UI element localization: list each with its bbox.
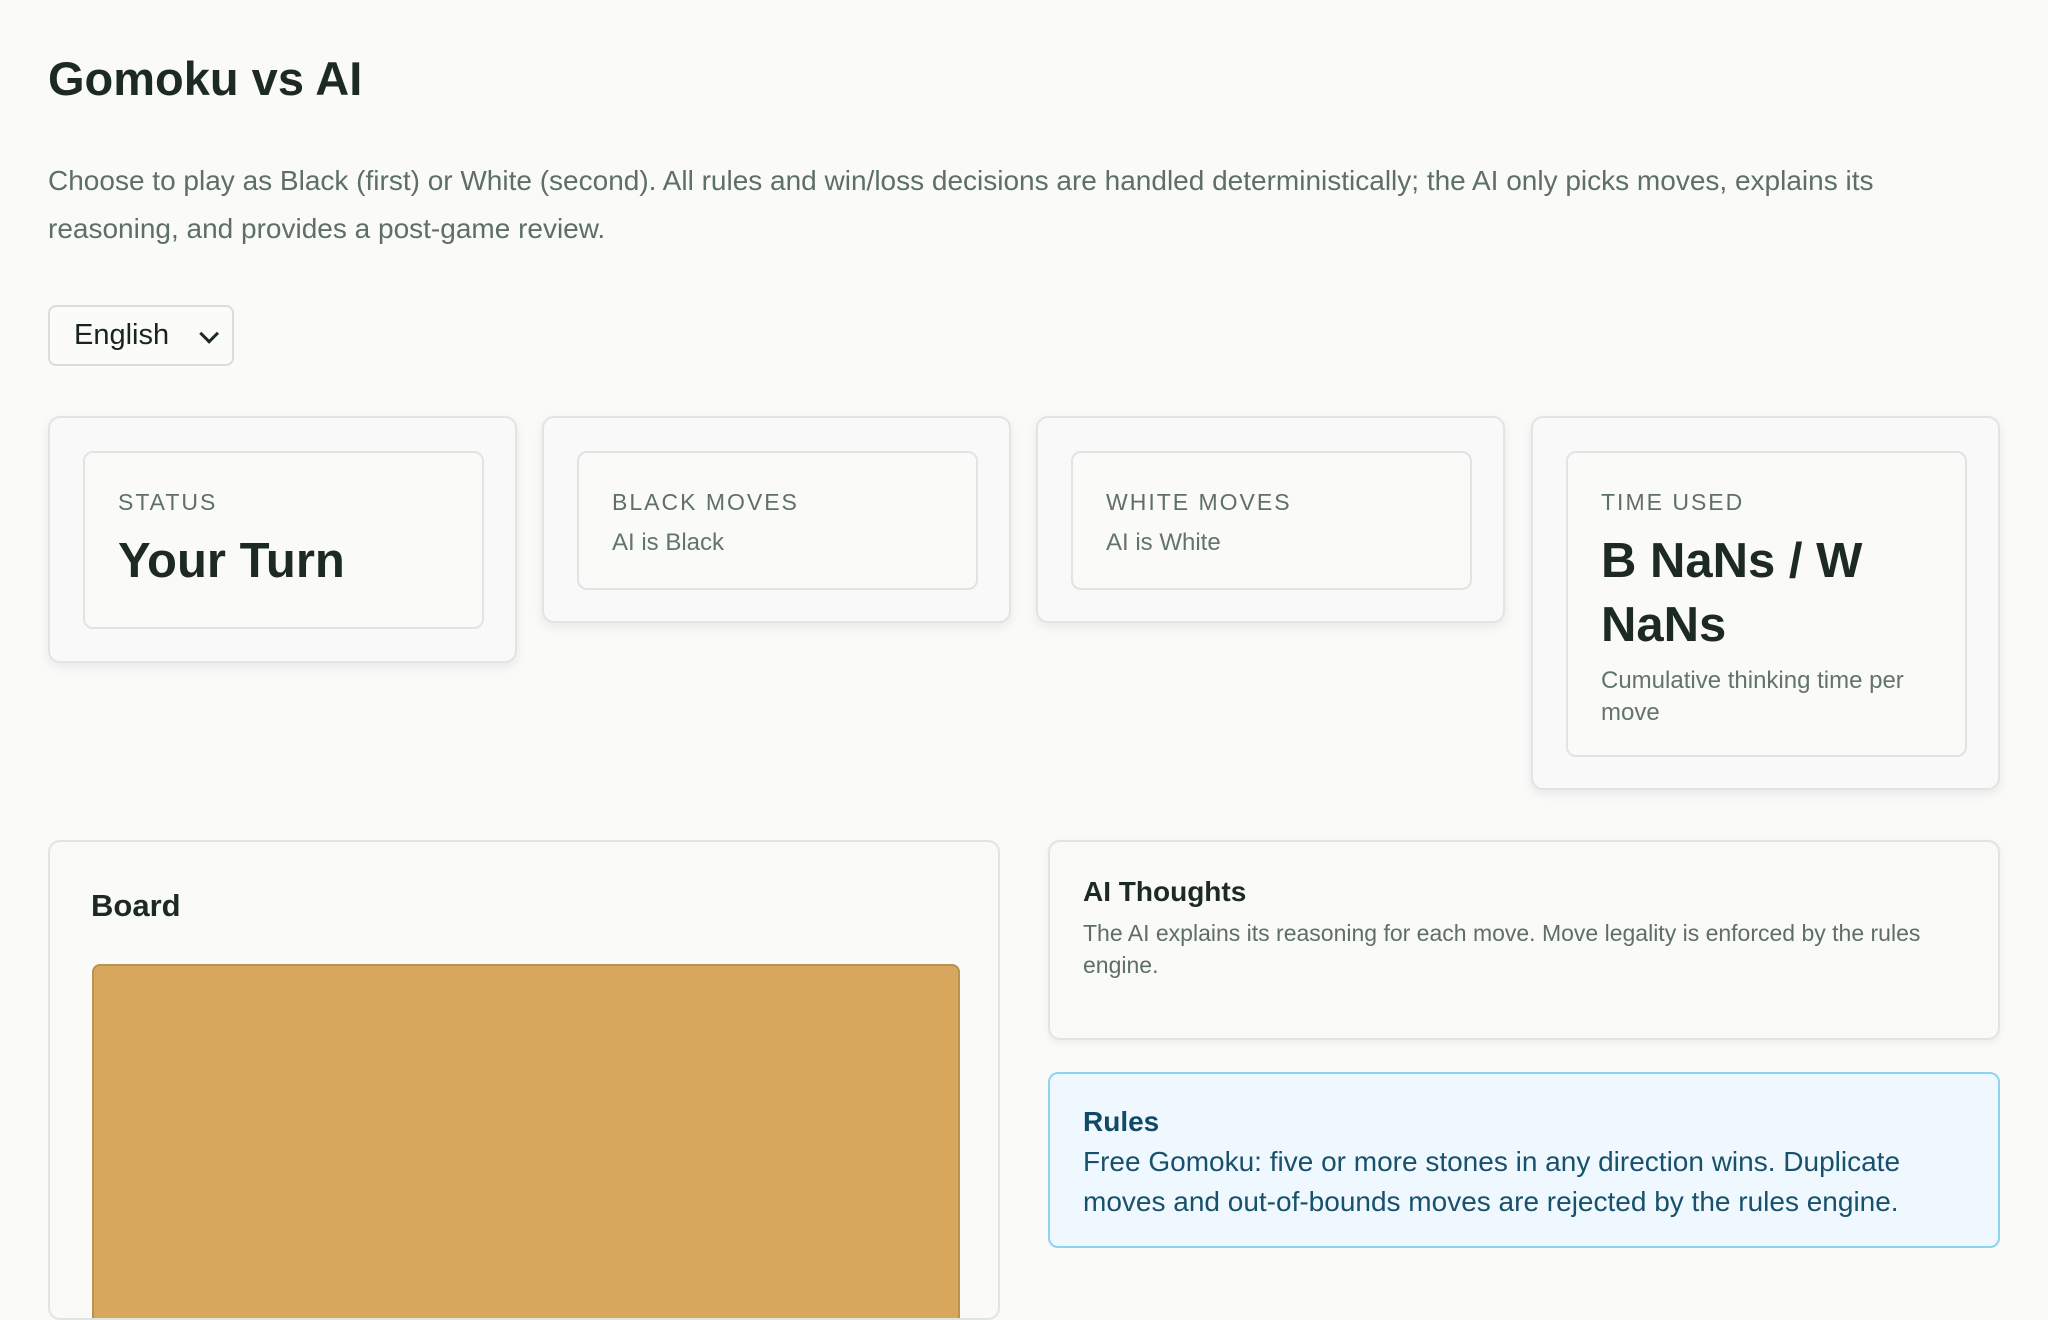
ai-thoughts-text: The AI explains its reasoning for each m… <box>1083 920 1921 978</box>
black-moves-card-inner: BLACK MOVES AI is Black <box>577 451 978 590</box>
time-used-card-inner: TIME USED B NaNs / W NaNs Cumulative thi… <box>1566 451 1967 757</box>
rules-text: Free Gomoku: five or more stones in any … <box>1083 1146 1901 1217</box>
black-moves-card: BLACK MOVES AI is Black <box>542 416 1011 623</box>
time-used-card: TIME USED B NaNs / W NaNs Cumulative thi… <box>1531 416 2000 790</box>
time-used-subtext: Cumulative thinking time per move <box>1601 667 1904 726</box>
board-panel: Board <box>48 840 1000 1320</box>
language-select[interactable]: English <box>48 305 234 366</box>
status-value: Your Turn <box>118 534 345 588</box>
language-selected-value: English <box>74 319 170 351</box>
status-card: STATUS Your Turn <box>48 416 517 663</box>
status-label: STATUS <box>118 489 218 515</box>
board-title: Board <box>91 888 181 923</box>
page-description: Choose to play as Black (first) or White… <box>48 165 1874 244</box>
gomoku-board[interactable] <box>92 964 960 1318</box>
chevron-down-icon <box>199 323 220 344</box>
time-used-label: TIME USED <box>1601 489 1745 515</box>
white-moves-card-inner: WHITE MOVES AI is White <box>1071 451 1472 590</box>
rules-title: Rules <box>1083 1106 1160 1137</box>
time-used-value: B NaNs / W NaNs <box>1601 534 1863 652</box>
status-card-inner: STATUS Your Turn <box>83 451 484 629</box>
gomoku-page: Gomoku vs AI Choose to play as Black (fi… <box>48 0 2000 1320</box>
rules-panel: Rules Free Gomoku: five or more stones i… <box>1048 1072 2000 1248</box>
page-title: Gomoku vs AI <box>48 52 363 105</box>
black-moves-subtext: AI is Black <box>612 529 725 556</box>
white-moves-subtext: AI is White <box>1106 529 1221 556</box>
white-moves-card: WHITE MOVES AI is White <box>1036 416 1505 623</box>
ai-thoughts-panel: AI Thoughts The AI explains its reasonin… <box>1048 840 2000 1040</box>
ai-thoughts-title: AI Thoughts <box>1083 876 1247 907</box>
white-moves-label: WHITE MOVES <box>1106 489 1292 515</box>
black-moves-label: BLACK MOVES <box>612 489 799 515</box>
